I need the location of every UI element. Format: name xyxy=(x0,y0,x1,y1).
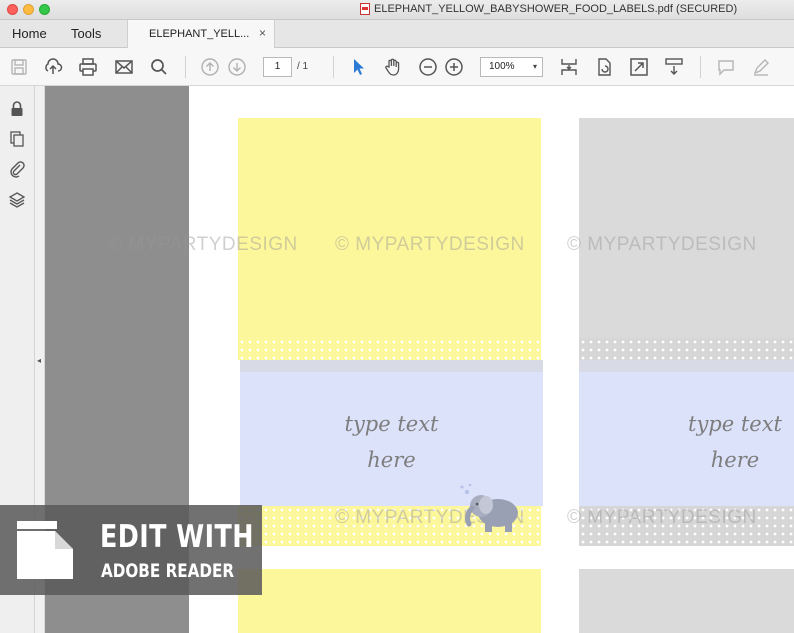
window-title-text: ELEPHANT_YELLOW_BABYSHOWER_FOOD_LABELS.p… xyxy=(374,3,738,15)
label-placeholder-text-2[interactable]: type text here xyxy=(635,406,794,478)
placeholder-line-1: type text xyxy=(688,412,782,436)
watermark: © MYPARTYDESIGN xyxy=(567,507,757,528)
watermark: © MYPARTYDESIGN xyxy=(567,234,757,255)
toolbar: 1 / 1 100% ▾ xyxy=(0,48,794,86)
label-yellow-top xyxy=(238,118,541,338)
tab-document[interactable]: ELEPHANT_YELL... × xyxy=(127,20,275,48)
label-gray-dots xyxy=(579,338,794,360)
page-number-input[interactable]: 1 xyxy=(263,57,292,77)
label-placeholder-text-1[interactable]: type text here xyxy=(240,406,543,478)
menu-tools[interactable]: Tools xyxy=(71,26,101,41)
email-icon[interactable] xyxy=(114,57,134,77)
zoom-in-icon[interactable] xyxy=(444,57,464,77)
scroll-mode-icon[interactable] xyxy=(664,57,684,77)
hand-icon[interactable] xyxy=(383,57,403,77)
print-icon[interactable] xyxy=(78,57,98,77)
sign-icon[interactable] xyxy=(751,57,771,77)
zoom-out-icon[interactable] xyxy=(418,57,438,77)
pdf-file-icon xyxy=(360,3,370,15)
toolbar-separator xyxy=(700,56,701,78)
zoom-value: 100% xyxy=(489,61,515,72)
lock-icon[interactable] xyxy=(8,100,26,118)
pdf-viewer-window: ELEPHANT_YELLOW_BABYSHOWER_FOOD_LABELS.p… xyxy=(0,0,794,633)
page-total: / 1 xyxy=(297,61,309,72)
upload-icon[interactable] xyxy=(43,57,63,77)
elephant-icon xyxy=(460,483,518,532)
toolbar-separator xyxy=(333,56,334,78)
document-icon xyxy=(17,521,73,579)
zoom-select[interactable]: 100% ▾ xyxy=(480,57,543,77)
select-arrow-icon[interactable] xyxy=(348,57,368,77)
tab-close-button[interactable]: × xyxy=(259,26,266,40)
placeholder-line-2: here xyxy=(367,448,416,472)
toolbar-separator xyxy=(185,56,186,78)
page-up-icon[interactable] xyxy=(200,57,220,77)
collapse-arrow-icon: ◂ xyxy=(37,356,42,365)
save-icon[interactable] xyxy=(9,57,29,77)
edit-with-adobe-reader-badge: EDIT WITH ADOBE READER xyxy=(0,505,262,595)
label-gray-top xyxy=(579,118,794,338)
badge-line-1: EDIT WITH xyxy=(100,519,254,555)
window-title: ELEPHANT_YELLOW_BABYSHOWER_FOOD_LABELS.p… xyxy=(360,3,737,15)
badge-line-2: ADOBE READER xyxy=(101,560,235,582)
placeholder-line-1: type text xyxy=(344,412,439,436)
fit-page-icon[interactable] xyxy=(559,57,579,77)
placeholder-line-2: here xyxy=(710,448,760,472)
full-screen-icon[interactable] xyxy=(629,57,649,77)
layers-icon[interactable] xyxy=(8,191,26,209)
comment-icon[interactable] xyxy=(716,57,736,77)
page-down-icon[interactable] xyxy=(227,57,247,77)
close-window-button[interactable] xyxy=(7,4,18,15)
minimize-window-button[interactable] xyxy=(23,4,34,15)
title-bar: ELEPHANT_YELLOW_BABYSHOWER_FOOD_LABELS.p… xyxy=(0,0,794,20)
attachment-icon[interactable] xyxy=(8,160,26,178)
chevron-down-icon: ▾ xyxy=(532,62,537,71)
tab-document-label: ELEPHANT_YELL... xyxy=(149,28,250,40)
zoom-window-button[interactable] xyxy=(39,4,50,15)
search-icon[interactable] xyxy=(149,57,169,77)
pages-icon[interactable] xyxy=(8,130,26,148)
tab-bar: Home Tools ELEPHANT_YELL... × xyxy=(0,20,794,48)
watermark: © MYPARTYDESIGN xyxy=(108,234,298,255)
label-yellow-dots xyxy=(238,338,541,360)
label-yellow-bottom xyxy=(238,569,541,633)
rotate-icon[interactable] xyxy=(594,57,614,77)
label-gray-bottom xyxy=(579,569,794,633)
watermark: © MYPARTYDESIGN xyxy=(335,234,525,255)
menu-home[interactable]: Home xyxy=(12,26,47,41)
